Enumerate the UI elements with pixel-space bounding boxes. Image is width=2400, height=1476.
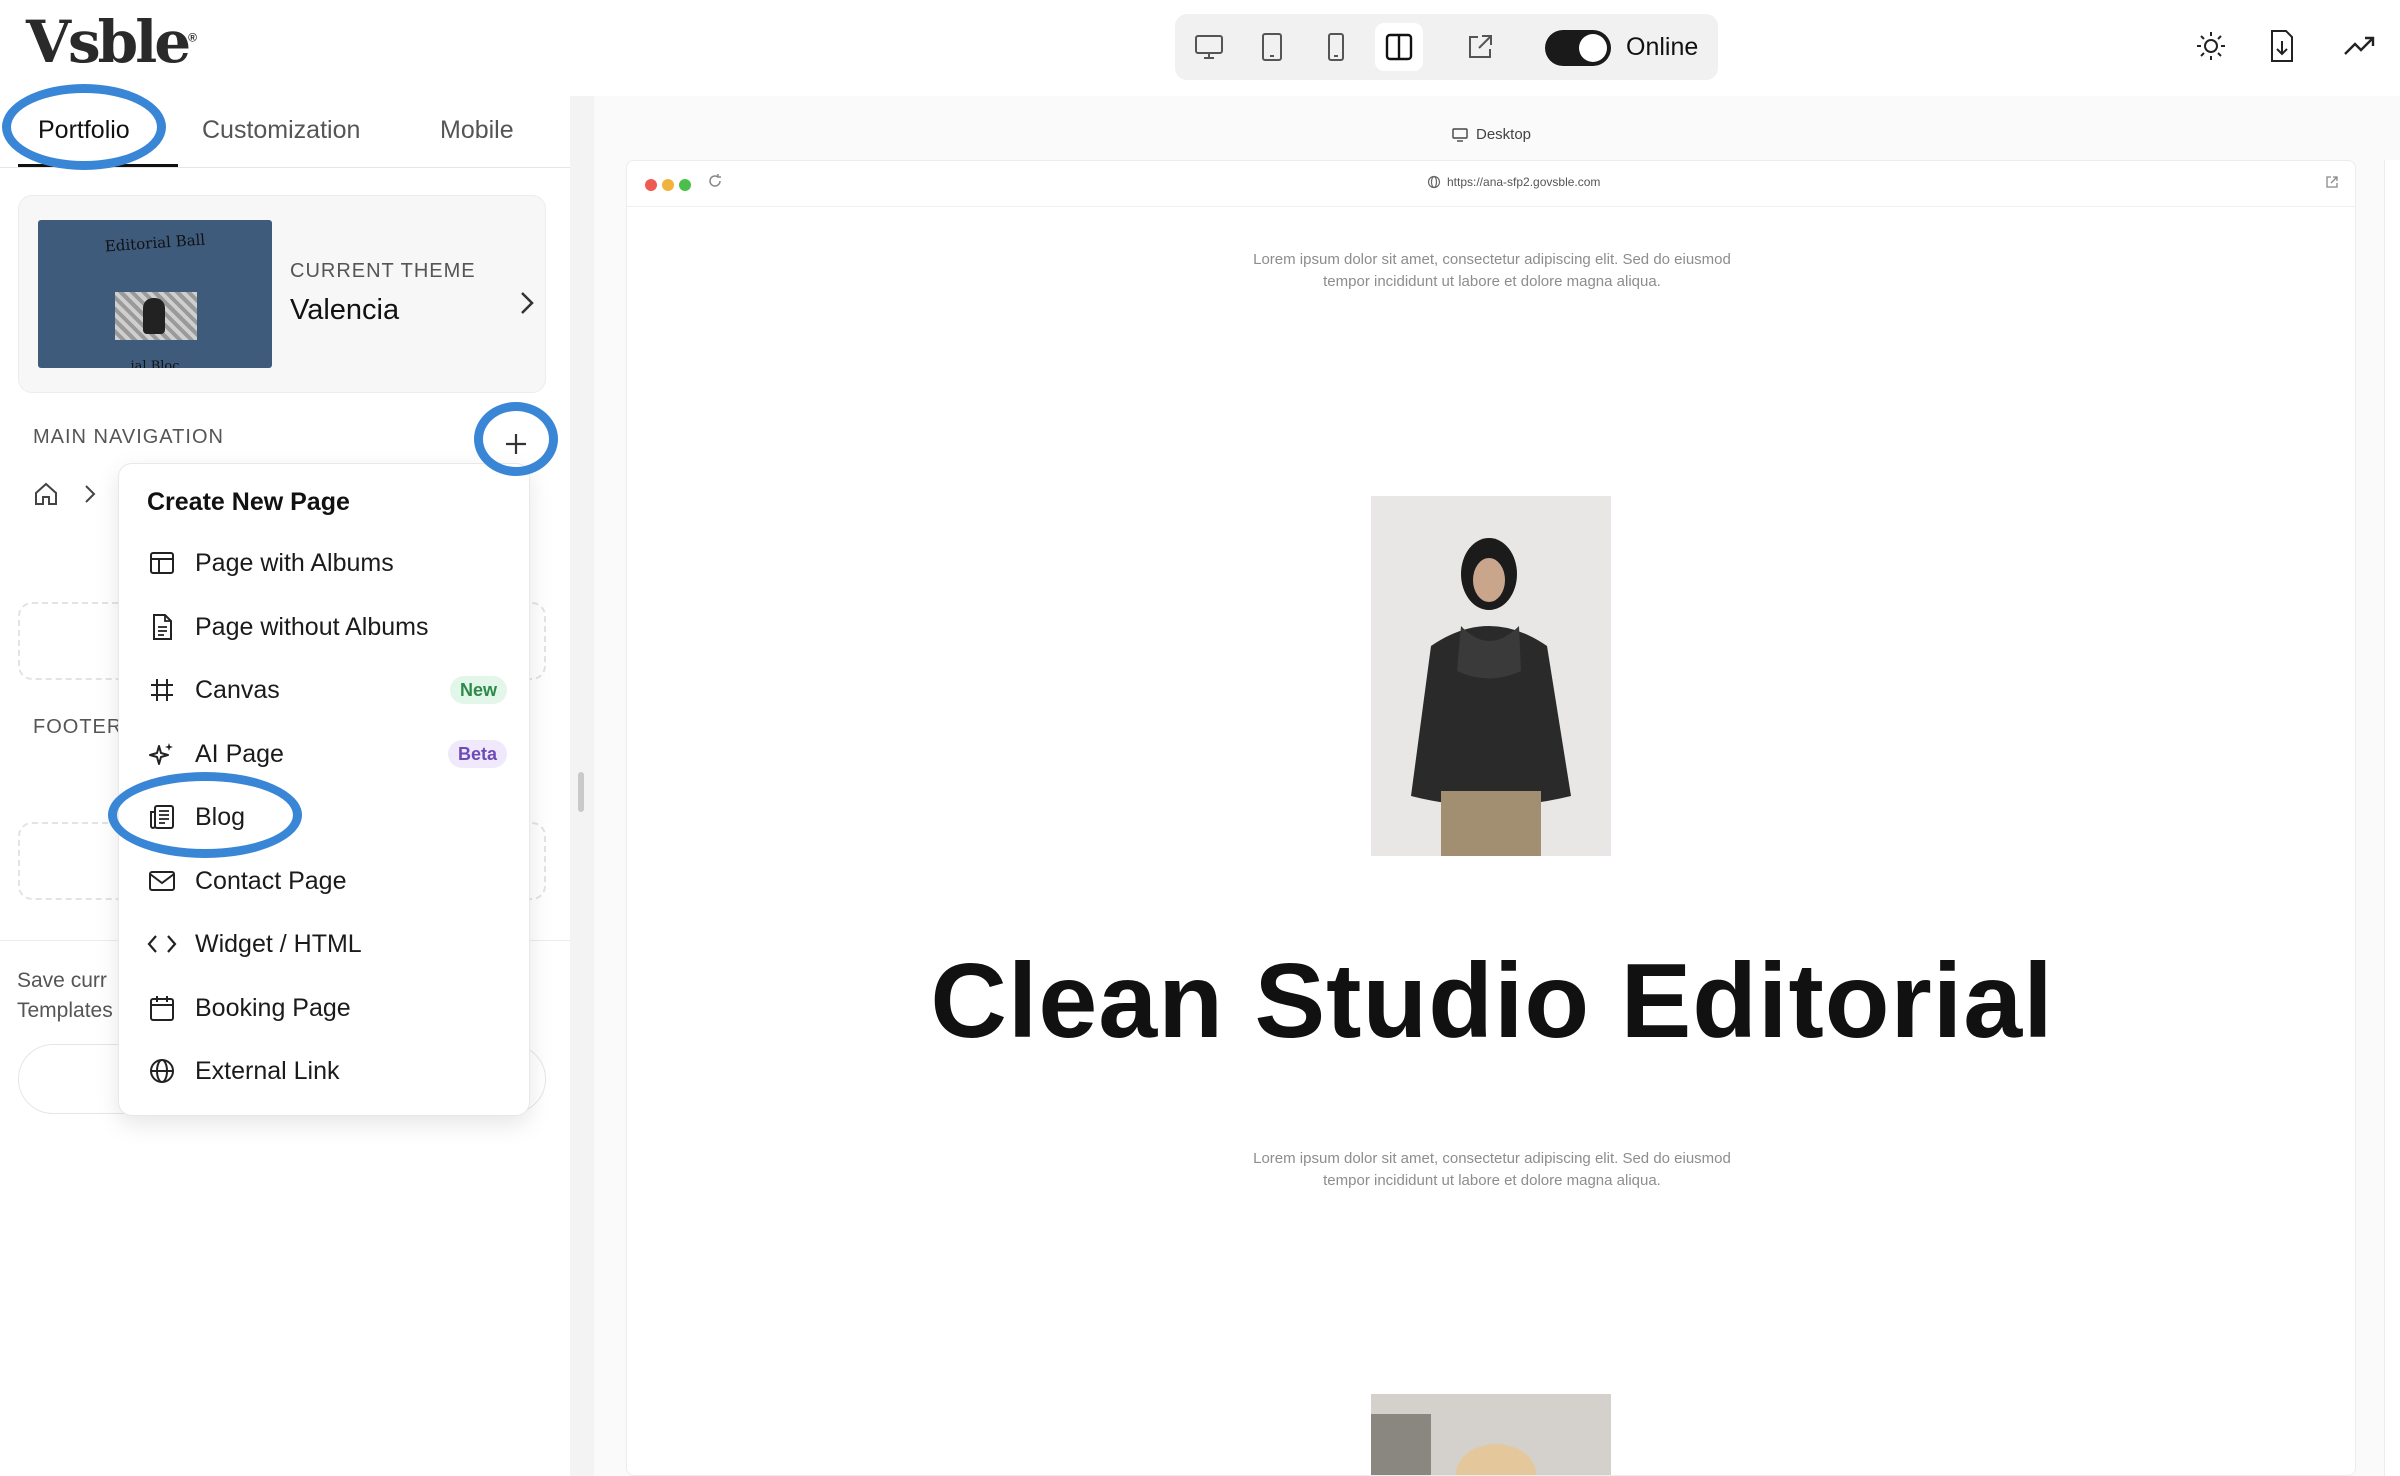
tablet-icon bbox=[1262, 33, 1282, 61]
theme-mode-button[interactable] bbox=[2191, 26, 2231, 66]
hash-icon bbox=[147, 675, 177, 705]
theme-thumbnail: Editorial Ball ...ial Bloc... bbox=[38, 220, 272, 368]
tablet-view-button[interactable] bbox=[1248, 23, 1296, 71]
globe-icon bbox=[147, 1056, 177, 1086]
home-icon[interactable] bbox=[32, 480, 60, 513]
sparkle-icon bbox=[147, 739, 177, 769]
phone-icon bbox=[1328, 33, 1344, 61]
hero-photo bbox=[1371, 496, 1611, 856]
globe-icon bbox=[1427, 175, 1441, 189]
refresh-icon[interactable] bbox=[707, 173, 723, 194]
app-root: Vsble® Portfolio Customization Mobile Ed… bbox=[0, 0, 2400, 1476]
mail-icon bbox=[147, 866, 177, 896]
second-photo bbox=[1371, 1394, 1611, 1475]
external-link-icon[interactable] bbox=[2325, 175, 2339, 194]
split-view-button[interactable] bbox=[1375, 23, 1423, 71]
desktop-view-button[interactable] bbox=[1185, 23, 1233, 71]
current-theme-name: Valencia bbox=[290, 294, 400, 326]
save-template-text: Save curr Templates bbox=[17, 969, 113, 1022]
current-theme-card[interactable]: Editorial Ball ...ial Bloc... CURRENT TH… bbox=[18, 195, 546, 393]
split-view-icon bbox=[1385, 33, 1413, 61]
menu-item-blog[interactable]: Blog bbox=[147, 795, 507, 839]
dropdown-title: Create New Page bbox=[147, 488, 350, 516]
menu-item-page-with-albums[interactable]: Page with Albums bbox=[147, 541, 507, 585]
sun-icon bbox=[2197, 32, 2225, 60]
menu-item-ai-page[interactable]: AI Page Beta bbox=[147, 732, 507, 776]
main-navigation-label: MAIN NAVIGATION bbox=[33, 426, 224, 448]
trending-up-icon bbox=[2344, 36, 2375, 55]
new-badge: New bbox=[449, 676, 507, 704]
online-status-label: Online bbox=[1626, 33, 1699, 61]
menu-item-canvas[interactable]: Canvas New bbox=[147, 668, 507, 712]
theme-thumbnail-title: Editorial Ball bbox=[104, 230, 206, 256]
external-link-icon bbox=[1469, 35, 1492, 58]
menu-item-external-link[interactable]: External Link bbox=[147, 1049, 507, 1093]
menu-item-page-without-albums[interactable]: Page without Albums bbox=[147, 605, 507, 649]
analytics-button[interactable] bbox=[2340, 26, 2380, 66]
document-icon bbox=[147, 612, 177, 642]
resize-handle[interactable] bbox=[578, 772, 584, 812]
open-external-button[interactable] bbox=[1456, 23, 1504, 71]
add-page-button[interactable] bbox=[492, 420, 540, 468]
menu-item-contact-page[interactable]: Contact Page bbox=[147, 859, 507, 903]
download-button[interactable] bbox=[2262, 26, 2302, 66]
footer-label: FOOTER bbox=[33, 716, 123, 738]
browser-preview: https://ana-sfp2.govsble.com Lorem ipsum… bbox=[626, 160, 2356, 1476]
navigation-breadcrumb bbox=[32, 480, 96, 513]
chevron-right-icon[interactable] bbox=[519, 290, 535, 324]
beta-badge: Beta bbox=[447, 740, 507, 768]
tab-mobile[interactable]: Mobile bbox=[440, 116, 514, 145]
chevron-right-icon bbox=[84, 484, 96, 509]
theme-thumbnail-footer: ...ial Bloc... bbox=[118, 359, 192, 368]
current-theme-label: CURRENT THEME bbox=[290, 260, 476, 282]
menu-item-widget-html[interactable]: Widget / HTML bbox=[147, 922, 507, 966]
calendar-icon bbox=[147, 993, 177, 1023]
menu-item-booking-page[interactable]: Booking Page bbox=[147, 986, 507, 1030]
body-text: Lorem ipsum dolor sit amet, consectetur … bbox=[1253, 1150, 1731, 1189]
panel-tabs: Portfolio Customization Mobile bbox=[0, 100, 570, 170]
code-icon bbox=[147, 929, 177, 959]
device-label: Desktop bbox=[1452, 126, 1531, 143]
newspaper-icon bbox=[147, 802, 177, 832]
desktop-icon bbox=[1452, 127, 1468, 142]
theme-thumbnail-photo bbox=[115, 292, 197, 340]
adjacent-preview-edge bbox=[2384, 160, 2400, 1476]
maximize-dot bbox=[679, 179, 691, 191]
page-headline: Clean Studio Editorial bbox=[930, 942, 2054, 1060]
view-toolbar: Online bbox=[1175, 14, 1718, 80]
download-icon bbox=[2271, 30, 2293, 62]
tabs-divider bbox=[0, 167, 570, 168]
vsble-logo[interactable]: Vsble® bbox=[26, 8, 197, 76]
close-dot bbox=[645, 179, 657, 191]
mobile-view-button[interactable] bbox=[1312, 23, 1360, 71]
tab-portfolio[interactable]: Portfolio bbox=[38, 116, 130, 145]
desktop-icon bbox=[1195, 35, 1223, 59]
intro-text: Lorem ipsum dolor sit amet, consectetur … bbox=[1253, 251, 1731, 290]
plus-icon bbox=[506, 434, 526, 454]
tab-customization[interactable]: Customization bbox=[202, 116, 360, 145]
online-toggle[interactable] bbox=[1545, 30, 1611, 66]
minimize-dot bbox=[662, 179, 674, 191]
create-page-dropdown: Create New Page Page with Albums Page wi… bbox=[118, 463, 530, 1116]
layout-icon bbox=[147, 548, 177, 578]
browser-bar: https://ana-sfp2.govsble.com bbox=[627, 161, 2355, 207]
url-bar[interactable]: https://ana-sfp2.govsble.com bbox=[1427, 175, 1600, 189]
